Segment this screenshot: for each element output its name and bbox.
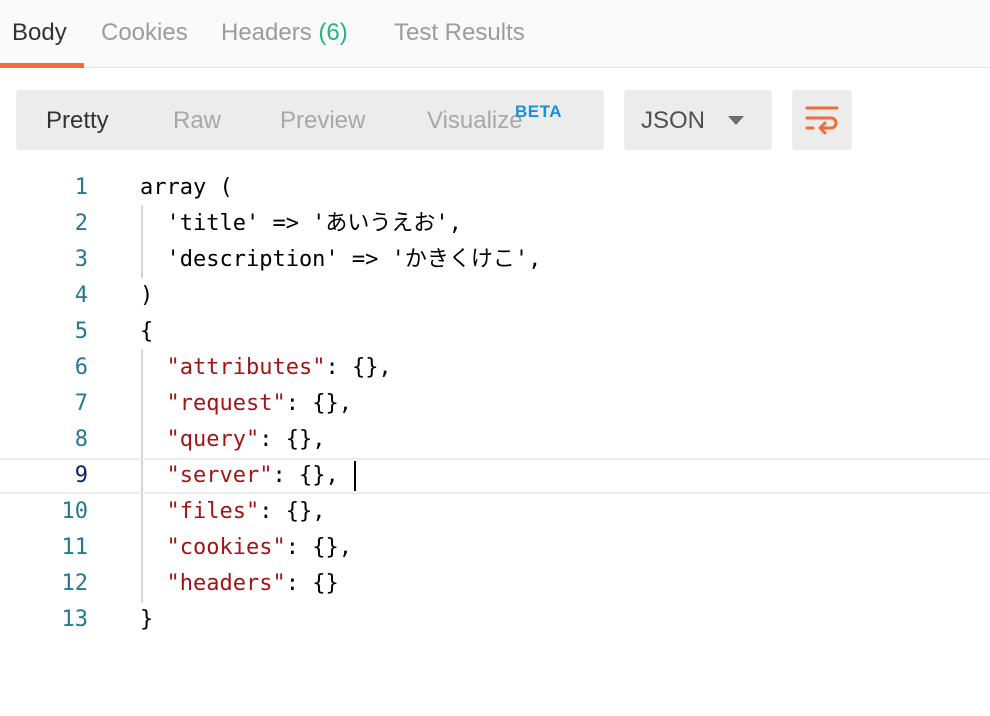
format-dropdown[interactable]: JSON: [624, 90, 772, 150]
wrap-lines-button[interactable]: [792, 90, 852, 150]
json-value: : {},: [259, 499, 326, 524]
json-key: "files": [166, 499, 260, 524]
json-key: "request": [166, 391, 286, 416]
line-number: 13: [61, 607, 89, 632]
json-key: "headers": [166, 571, 286, 596]
code-line: 13 }: [0, 602, 990, 638]
line-number: 7: [74, 391, 88, 416]
code-line: 6 "attributes": {},: [0, 350, 990, 386]
code-text: "query": {},: [140, 422, 326, 458]
mode-visualize[interactable]: Visualize: [427, 106, 523, 136]
line-number: 9: [74, 463, 88, 488]
code-text: "attributes": {},: [140, 350, 392, 386]
code-text: "request": {},: [140, 386, 352, 422]
json-value: : {},: [259, 427, 326, 452]
text-cursor: [354, 461, 356, 491]
code-text: "server": {},: [140, 460, 339, 492]
format-selected-value: JSON: [641, 107, 706, 134]
code-line: 11 "cookies": {},: [0, 530, 990, 566]
tab-test-results-label: Test Results: [394, 19, 525, 46]
json-key: "query": [166, 427, 260, 452]
code-text: array (: [140, 175, 233, 200]
code-line: 3 'description' => 'かきくけこ',: [0, 242, 990, 278]
line-number: 5: [74, 319, 88, 344]
code-line: 2 'title' => 'あいうえお',: [0, 206, 990, 242]
code-line: 7 "request": {},: [0, 386, 990, 422]
tab-body[interactable]: Body: [12, 18, 67, 48]
code-text: ): [140, 283, 154, 308]
code-text: }: [140, 607, 154, 632]
tab-test-results[interactable]: Test Results: [394, 18, 525, 48]
json-key: "cookies": [166, 535, 286, 560]
json-value: : {}: [285, 571, 339, 596]
code-line: 12 "headers": {}: [0, 566, 990, 602]
tab-headers-label: Headers: [221, 19, 312, 46]
code-text: {: [140, 319, 154, 344]
json-value: : {},: [285, 535, 352, 560]
json-value: : {},: [272, 463, 339, 488]
tab-cookies[interactable]: Cookies: [101, 18, 188, 48]
tab-cookies-label: Cookies: [101, 19, 188, 46]
response-tab-bar: Body Cookies Headers (6) Test Results: [0, 0, 990, 68]
json-key: "attributes": [166, 355, 326, 380]
code-text: "cookies": {},: [140, 530, 352, 566]
mode-pretty[interactable]: Pretty: [46, 106, 109, 136]
line-number: 10: [61, 499, 89, 524]
wrap-lines-icon: [805, 106, 839, 135]
line-number: 11: [61, 535, 89, 560]
json-value: : {},: [325, 355, 392, 380]
code-text: "headers": {}: [140, 566, 339, 602]
code-text: 'description' => 'かきくけこ',: [140, 247, 542, 272]
response-body-editor[interactable]: 1 array ( 2 'title' => 'あいうえお', 3 'descr…: [0, 170, 990, 716]
line-number: 4: [74, 283, 88, 308]
code-line: 8 "query": {},: [0, 422, 990, 458]
code-line-current: 9 "server": {},: [0, 458, 990, 494]
code-line: 4 ): [0, 278, 990, 314]
line-number: 12: [61, 571, 89, 596]
line-number: 8: [74, 427, 88, 452]
mode-raw[interactable]: Raw: [173, 106, 221, 136]
tab-body-label: Body: [12, 19, 67, 46]
beta-badge: BETA: [515, 102, 563, 121]
json-value: : {},: [285, 391, 352, 416]
line-number: 6: [74, 355, 88, 380]
code-line: 10 "files": {},: [0, 494, 990, 530]
chevron-down-icon: [728, 116, 744, 125]
code-text: "files": {},: [140, 494, 326, 530]
line-number: 1: [74, 175, 88, 200]
code-line: 1 array (: [0, 170, 990, 206]
active-tab-indicator: [0, 63, 84, 68]
code-line: 5 {: [0, 314, 990, 350]
line-number: 2: [74, 211, 88, 236]
headers-count-badge: (6): [318, 19, 348, 46]
line-number: 3: [74, 247, 88, 272]
json-key: "server": [166, 463, 273, 488]
tab-headers[interactable]: Headers (6): [221, 18, 348, 48]
code-text: 'title' => 'あいうえお',: [140, 211, 462, 236]
mode-preview[interactable]: Preview: [280, 106, 365, 136]
